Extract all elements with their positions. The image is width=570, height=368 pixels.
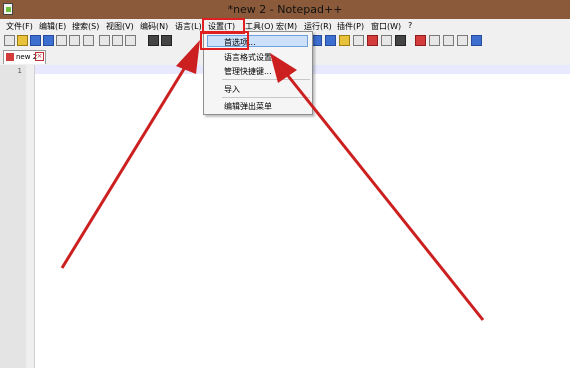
indent-icon[interactable] [339,35,350,46]
undo-icon[interactable] [148,35,159,46]
menu-language[interactable]: 语言(L) [175,21,202,32]
save-icon[interactable] [30,35,41,46]
copy-icon[interactable] [112,35,123,46]
menu-item-shortcut-mapper[interactable]: 管理快捷键... [224,66,272,77]
redo-icon[interactable] [161,35,172,46]
menu-file[interactable]: 文件(F) [6,21,33,32]
menu-separator [222,79,310,80]
tab-label: new 2 [16,53,38,61]
menu-item-edit-popup-menu[interactable]: 编辑弹出菜单 [224,101,272,112]
tab-new-2[interactable]: new 2 × [3,50,46,64]
close-all-icon[interactable] [69,35,80,46]
play-icon[interactable] [429,35,440,46]
doc-map-icon[interactable] [353,35,364,46]
stop-icon[interactable] [415,35,426,46]
menu-item-import[interactable]: 导入 [224,84,240,95]
play-multiple-icon[interactable] [443,35,454,46]
folder-icon[interactable] [381,35,392,46]
fold-margin [26,65,34,368]
menu-window[interactable]: 窗口(W) [371,21,401,32]
menu-separator [222,97,310,98]
new-icon[interactable] [4,35,15,46]
open-icon[interactable] [17,35,28,46]
window-title: *new 2 - Notepad++ [227,3,343,16]
editor-area[interactable] [35,74,570,368]
save-all-icon[interactable] [43,35,54,46]
wrap-icon[interactable] [325,35,336,46]
paste-icon[interactable] [125,35,136,46]
menu-search[interactable]: 搜索(S) [72,21,99,32]
menu-plugins[interactable]: 插件(P) [337,21,364,32]
record-icon[interactable] [395,35,406,46]
menu-view[interactable]: 视图(V) [106,21,134,32]
close-icon[interactable] [56,35,67,46]
close-tab-icon[interactable]: × [35,52,44,61]
menu-item-style-configurator[interactable]: 语言格式设置... [224,52,280,63]
title-bar: *new 2 - Notepad++ [0,0,570,19]
unsaved-icon [6,53,14,61]
macro-manager-icon[interactable] [471,35,482,46]
function-list-icon[interactable] [367,35,378,46]
menu-help[interactable]: ? [408,21,412,30]
print-icon[interactable] [83,35,94,46]
menu-edit[interactable]: 编辑(E) [39,21,66,32]
save-macro-icon[interactable] [457,35,468,46]
preferences-highlight-box [200,31,249,50]
line-number: 1 [17,67,22,75]
menu-encoding[interactable]: 编码(N) [140,21,168,32]
cut-icon[interactable] [99,35,110,46]
